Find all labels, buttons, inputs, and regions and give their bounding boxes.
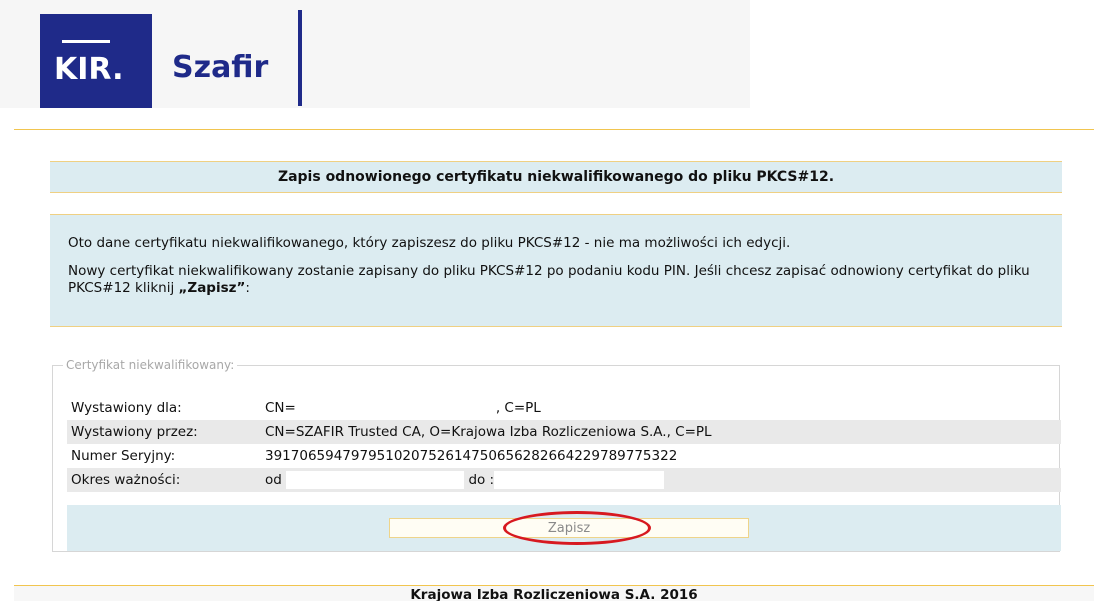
footer: Krajowa Izba Rozliczeniowa S.A. 2016 (14, 585, 1094, 601)
certificate-fieldset: Certyfikat niekwalifikowany: Wystawiony … (52, 358, 1061, 552)
info-save-emphasis: „Zapisz” (178, 280, 246, 296)
issued-to-label: Wystawiony dla: (71, 400, 182, 416)
info-panel: Oto dane certyfikatu niekwalifikowanego,… (50, 214, 1062, 327)
issued-to-row: Wystawiony dla: CN=, C=PL (67, 396, 1061, 420)
brand-divider (298, 10, 302, 106)
kir-logo-text: KIR. (54, 52, 124, 87)
validity-label: Okres ważności: (71, 472, 181, 488)
issued-by-row: Wystawiony przez: CN=SZAFIR Trusted CA, … (67, 420, 1061, 444)
redacted-to-date (494, 471, 665, 489)
info-line-2: Nowy certyfikat niekwalifikowany zostani… (68, 263, 1030, 296)
validity-row: Okres ważności: od do : (67, 468, 1061, 492)
header-divider (14, 129, 1094, 130)
save-action-bar: Zapisz (67, 505, 1061, 551)
issued-to-value: CN=, C=PL (265, 400, 541, 416)
header-banner: KIR. Szafir (0, 0, 750, 108)
serial-value: 3917065947979510207526147506562826642297… (265, 448, 678, 464)
redacted-from-date (286, 471, 465, 489)
page-title: Zapis odnowionego certyfikatu niekwalifi… (50, 161, 1062, 193)
validity-value: od do : (265, 471, 1061, 489)
serial-row: Numer Seryjny: 3917065947979510207526147… (67, 444, 1061, 468)
info-line-1: Oto dane certyfikatu niekwalifikowanego,… (68, 235, 791, 251)
footer-text: Krajowa Izba Rozliczeniowa S.A. 2016 (410, 587, 698, 601)
issued-by-label: Wystawiony przez: (71, 424, 198, 440)
save-button[interactable]: Zapisz (389, 518, 749, 538)
serial-label: Numer Seryjny: (71, 448, 176, 464)
kir-logo: KIR. (40, 14, 152, 108)
certificate-details: Wystawiony dla: CN=, C=PL Wystawiony prz… (67, 396, 1061, 492)
szafir-brand-text: Szafir (172, 50, 269, 85)
kir-logo-bar (62, 40, 110, 43)
certificate-legend: Certyfikat niekwalifikowany: (66, 358, 235, 372)
issued-by-value: CN=SZAFIR Trusted CA, O=Krajowa Izba Roz… (265, 424, 712, 440)
